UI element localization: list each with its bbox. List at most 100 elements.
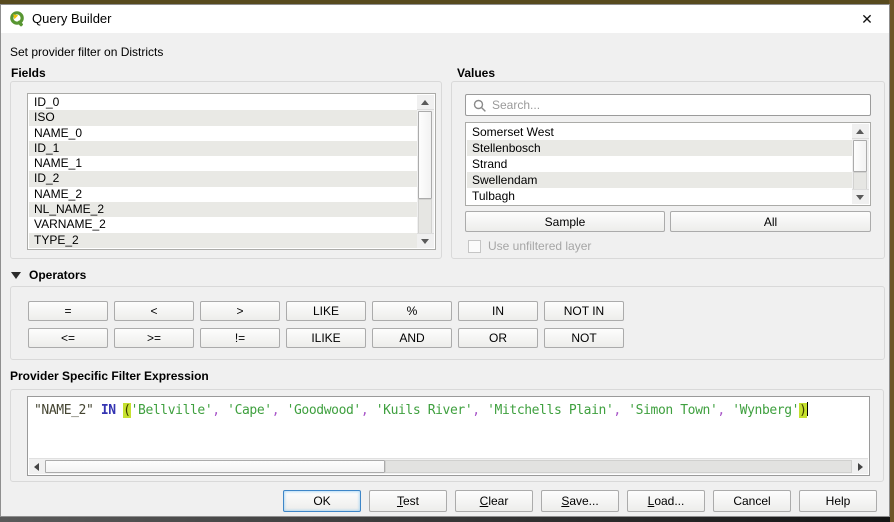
use-unfiltered-layer-checkbox[interactable]: Use unfiltered layer	[468, 239, 591, 253]
background-app-bottom	[0, 517, 890, 522]
list-item[interactable]: NL_NAME_2	[29, 202, 417, 217]
list-item[interactable]: ID_2	[29, 171, 417, 186]
scroll-up-icon[interactable]	[852, 124, 869, 139]
screenshot-root: Query Builder ✕ Set provider filter on D…	[0, 0, 894, 522]
cancel-button[interactable]: Cancel	[713, 490, 791, 512]
expression-string: 'Bellville'	[131, 403, 213, 418]
fields-group: ID_0ISONAME_0ID_1NAME_1ID_2NAME_2NL_NAME…	[10, 81, 442, 259]
values-section-label: Values	[457, 66, 495, 80]
list-item[interactable]: Stellenbosch	[467, 140, 852, 156]
list-item[interactable]: Swellendam	[467, 172, 852, 188]
operator-button[interactable]: AND	[372, 328, 452, 348]
operator-button[interactable]: %	[372, 301, 452, 321]
use-unfiltered-layer-label: Use unfiltered layer	[488, 239, 591, 253]
fields-scrollbar-thumb[interactable]	[418, 111, 432, 199]
sample-button[interactable]: Sample	[465, 211, 665, 232]
list-item[interactable]: ID_0	[29, 95, 417, 110]
expression-separator: ,	[717, 403, 732, 418]
scroll-up-icon[interactable]	[417, 95, 434, 110]
operator-button[interactable]: IN	[458, 301, 538, 321]
list-item[interactable]: ISO	[29, 110, 417, 125]
close-paren: )	[799, 403, 806, 418]
values-scrollbar-thumb[interactable]	[853, 140, 867, 172]
expression-string: 'Simon Town'	[628, 403, 717, 418]
operator-button[interactable]: =	[28, 301, 108, 321]
fields-list[interactable]: ID_0ISONAME_0ID_1NAME_1ID_2NAME_2NL_NAME…	[27, 93, 436, 250]
operator-button[interactable]: !=	[200, 328, 280, 348]
list-item[interactable]: VARNAME_2	[29, 217, 417, 232]
values-list-rows: Somerset WestStellenboschStrandSwellenda…	[467, 124, 852, 204]
search-input[interactable]	[492, 96, 866, 114]
scroll-right-icon[interactable]	[852, 459, 868, 474]
values-search[interactable]	[465, 94, 871, 116]
close-icon[interactable]: ✕	[857, 9, 877, 29]
hscrollbar-thumb[interactable]	[45, 460, 385, 473]
all-button[interactable]: All	[670, 211, 871, 232]
operator-button[interactable]: ILIKE	[286, 328, 366, 348]
operator-button[interactable]: >	[200, 301, 280, 321]
values-scrollbar[interactable]	[852, 124, 869, 204]
list-item[interactable]: Strand	[467, 156, 852, 172]
list-item[interactable]: NAME_0	[29, 126, 417, 141]
operator-button[interactable]: NOT IN	[544, 301, 624, 321]
values-scrollbar-track[interactable]	[853, 172, 867, 190]
fields-scrollbar[interactable]	[417, 95, 434, 248]
list-item[interactable]: TYPE_2	[29, 233, 417, 248]
list-item[interactable]: NAME_2	[29, 187, 417, 202]
scroll-down-icon[interactable]	[852, 189, 869, 204]
query-builder-dialog: Query Builder ✕ Set provider filter on D…	[0, 4, 890, 517]
expression-separator: ,	[272, 403, 287, 418]
expression-editor[interactable]: "NAME_2" IN ('Bellville', 'Cape', 'Goodw…	[27, 396, 870, 476]
text-cursor	[807, 402, 808, 416]
save-button[interactable]: Save...	[541, 490, 619, 512]
expression-separator: ,	[613, 403, 628, 418]
help-button[interactable]: Help	[799, 490, 877, 512]
qgis-logo-icon	[9, 10, 26, 27]
operator-button[interactable]: LIKE	[286, 301, 366, 321]
dialog-footer: OK Test Clear Save... Load... Cancel Help	[1, 490, 885, 512]
expression-string: 'Kuils River'	[376, 403, 473, 418]
expression-string: 'Mitchells Plain'	[487, 403, 613, 418]
expression-group: "NAME_2" IN ('Bellville', 'Cape', 'Goodw…	[10, 389, 884, 482]
search-icon	[473, 99, 487, 113]
clear-button[interactable]: Clear	[455, 490, 533, 512]
expression-code[interactable]: "NAME_2" IN ('Bellville', 'Cape', 'Goodw…	[34, 402, 867, 418]
expression-separator: ,	[361, 403, 376, 418]
list-item[interactable]: NAME_1	[29, 156, 417, 171]
test-button[interactable]: Test	[369, 490, 447, 512]
expression-section-label: Provider Specific Filter Expression	[10, 369, 209, 383]
expression-string: 'Wynberg'	[732, 403, 799, 418]
operators-header[interactable]: Operators	[11, 268, 86, 282]
list-item[interactable]: ID_1	[29, 141, 417, 156]
values-list[interactable]: Somerset WestStellenboschStrandSwellenda…	[465, 122, 871, 206]
operators-section-label: Operators	[29, 268, 86, 282]
operator-button[interactable]: OR	[458, 328, 538, 348]
expression-keyword: IN	[101, 403, 116, 418]
list-item[interactable]: Somerset West	[467, 124, 852, 140]
ok-button[interactable]: OK	[283, 490, 361, 512]
expression-identifier: "NAME_2"	[34, 403, 93, 418]
scroll-down-icon[interactable]	[417, 233, 434, 248]
operator-button[interactable]: <=	[28, 328, 108, 348]
collapse-triangle-icon[interactable]	[11, 272, 21, 279]
expression-separator: ,	[472, 403, 487, 418]
fields-section-label: Fields	[11, 66, 46, 80]
list-item[interactable]: Tulbagh	[467, 188, 852, 204]
scroll-left-icon[interactable]	[29, 459, 45, 474]
title-bar[interactable]: Query Builder ✕	[1, 5, 889, 33]
checkbox-icon[interactable]	[468, 240, 481, 253]
values-group: Somerset WestStellenboschStrandSwellenda…	[451, 81, 885, 259]
load-button[interactable]: Load...	[627, 490, 705, 512]
expression-hscrollbar[interactable]	[29, 458, 868, 474]
operator-button[interactable]: <	[114, 301, 194, 321]
expression-string: 'Cape'	[227, 403, 272, 418]
operator-button[interactable]: >=	[114, 328, 194, 348]
window-title: Query Builder	[32, 11, 111, 26]
operator-button[interactable]: NOT	[544, 328, 624, 348]
fields-scrollbar-track[interactable]	[418, 199, 432, 234]
dialog-subtitle: Set provider filter on Districts	[10, 45, 163, 59]
hscrollbar-track[interactable]	[385, 460, 852, 473]
fields-list-rows: ID_0ISONAME_0ID_1NAME_1ID_2NAME_2NL_NAME…	[29, 95, 417, 248]
operators-group: = < > LIKE% IN NOT IN <= >= != ILIKE AND OR NOT	[10, 286, 885, 360]
expression-string: 'Goodwood'	[287, 403, 361, 418]
